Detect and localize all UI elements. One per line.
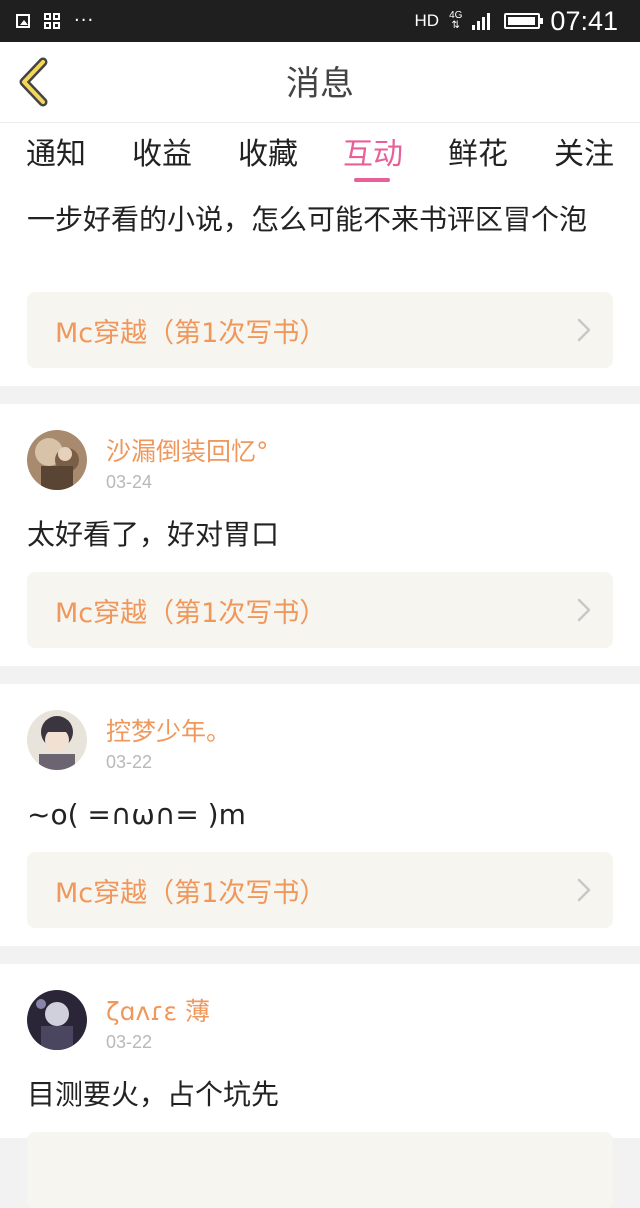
avatar[interactable] (27, 990, 87, 1050)
tab-earnings[interactable]: 收益 (117, 129, 207, 179)
book-link[interactable]: Mc穿越（第1次写书） (27, 292, 613, 368)
hd-indicator: HD (414, 11, 440, 30)
tab-bar: 通知 收益 收藏 互动 鲜花 关注 (0, 122, 640, 184)
comment-text: 一步好看的小说，怎么可能不来书评区冒个泡 (27, 203, 588, 236)
message-card: 控梦少年。 03-22 ~o( =∩ω∩= )m Mc穿越（第1次写书） (0, 684, 640, 946)
tab-interactions[interactable]: 互动 (328, 129, 418, 179)
message-card: 一步好看的小说，怎么可能不来书评区冒个泡 Mc穿越（第1次写书） (0, 184, 640, 386)
comment-text: 目测要火，占个坑先 (27, 1078, 280, 1111)
apps-notification-icon (44, 13, 60, 29)
book-link[interactable]: Mc穿越（第1次写书） (27, 852, 613, 928)
book-title: Mc穿越（第1次写书） (55, 598, 327, 629)
timestamp: 03-24 (106, 472, 153, 492)
book-link[interactable]: Mc穿越（第1次写书） (27, 572, 613, 648)
book-title: Mc穿越（第1次写书） (55, 878, 327, 909)
avatar[interactable] (27, 430, 87, 490)
status-bar: ··· HD 4G ⇅ 07:41 (0, 0, 640, 42)
tab-favorites[interactable]: 收藏 (223, 129, 313, 179)
tab-following[interactable]: 关注 (539, 129, 629, 179)
chevron-right-icon (577, 598, 591, 622)
tab-notifications[interactable]: 通知 (11, 129, 101, 179)
clock: 07:41 (550, 5, 618, 36)
battery-icon (504, 13, 544, 29)
book-link[interactable] (27, 1132, 613, 1208)
chevron-right-icon (577, 318, 591, 342)
comment-text: 太好看了，好对胃口 (27, 518, 280, 551)
app-header: 消息 (0, 42, 640, 122)
page-title: 消息 (286, 64, 354, 104)
username[interactable]: ζɑʌɾε 薄 (106, 992, 210, 1028)
chevron-right-icon (577, 878, 591, 902)
network-type-indicator: 4G ⇅ (449, 10, 463, 31)
active-tab-indicator (354, 178, 390, 182)
more-notifications-icon: ··· (74, 10, 95, 31)
image-notification-icon (16, 14, 30, 28)
tab-flowers[interactable]: 鲜花 (433, 129, 523, 179)
timestamp: 03-22 (106, 1032, 153, 1052)
message-card: ζɑʌɾε 薄 03-22 目测要火，占个坑先 (0, 964, 640, 1208)
book-title: Mc穿越（第1次写书） (55, 318, 327, 349)
timestamp: 03-22 (106, 752, 153, 772)
comment-text: ~o( =∩ω∩= )m (27, 798, 246, 831)
username[interactable]: 控梦少年。 (106, 712, 231, 748)
avatar[interactable] (27, 710, 87, 770)
message-card: 沙漏倒装回忆° 03-24 太好看了，好对胃口 Mc穿越（第1次写书） (0, 404, 640, 666)
signal-icon (472, 12, 491, 30)
username[interactable]: 沙漏倒装回忆° (106, 432, 269, 468)
